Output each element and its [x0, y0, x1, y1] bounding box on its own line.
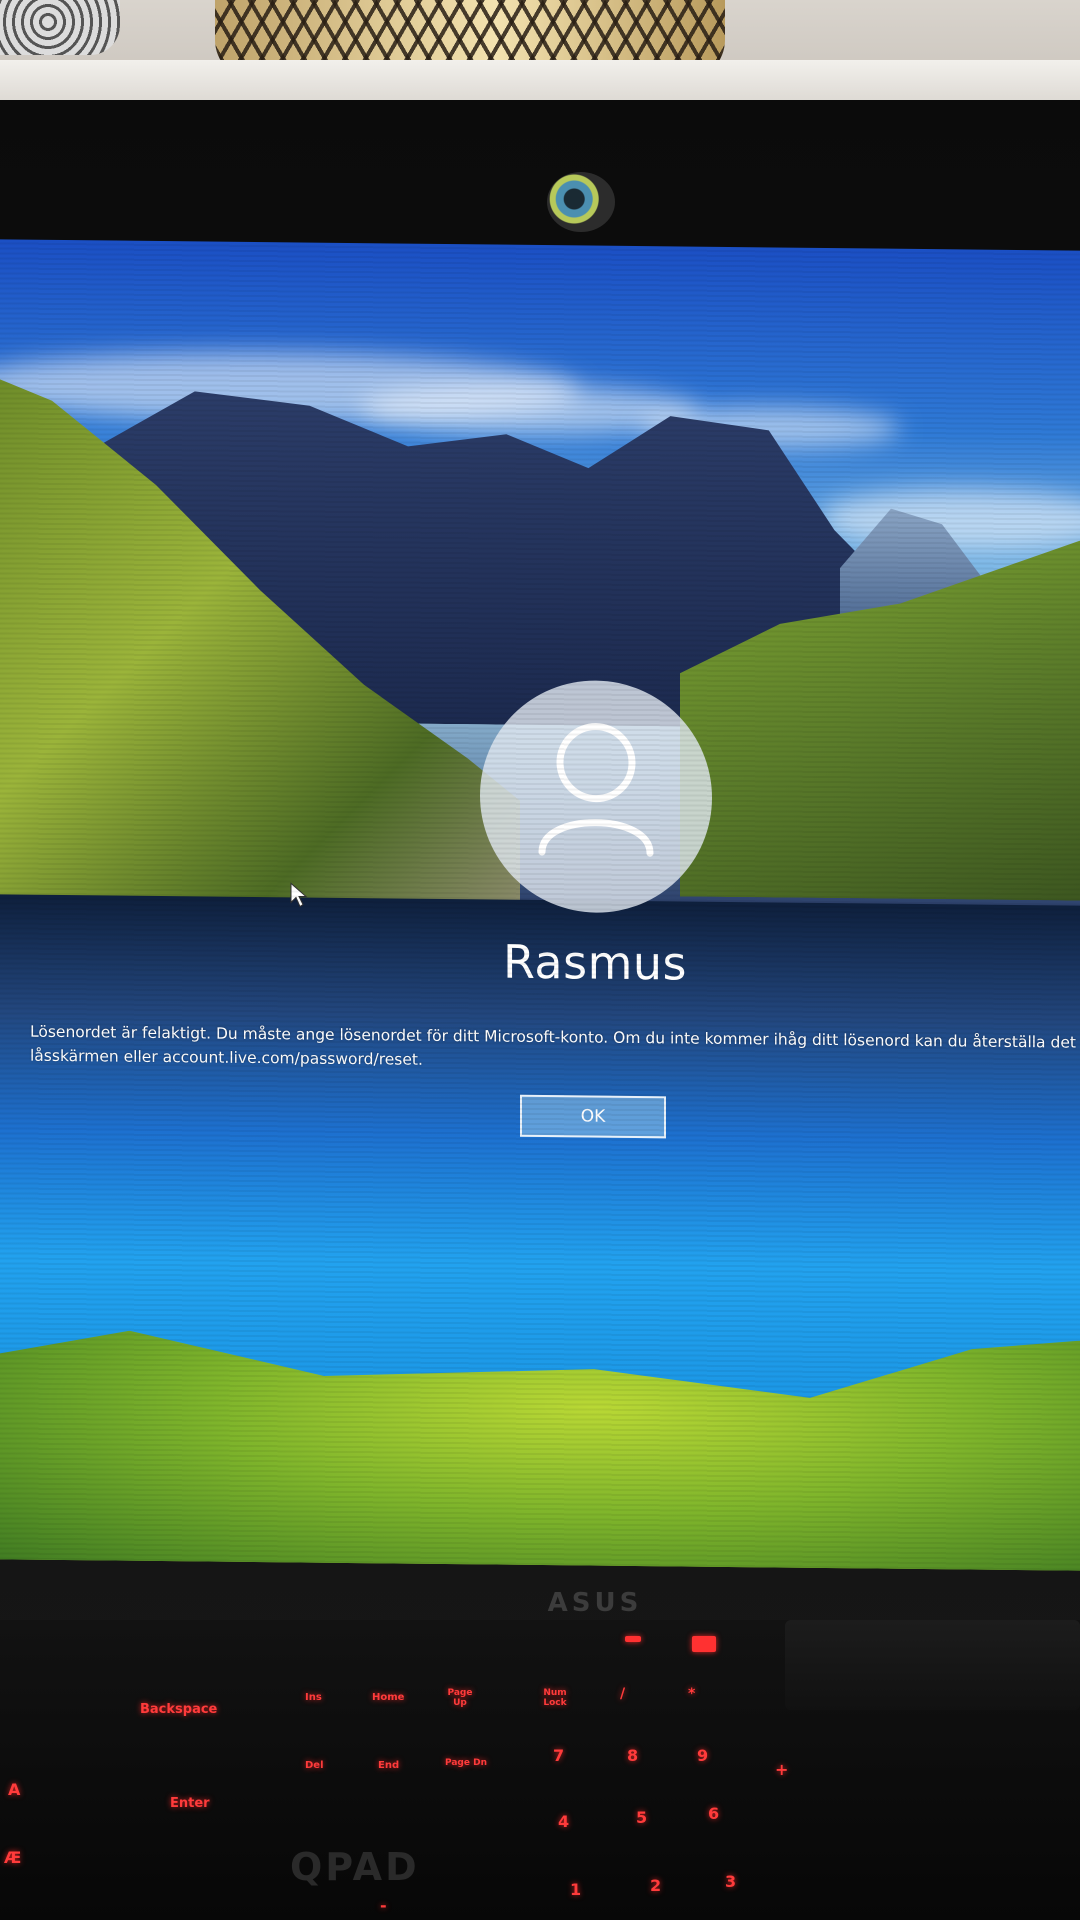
key-ae: Æ	[4, 1848, 22, 1867]
key-plus: +	[775, 1760, 789, 1779]
key-indicator-light	[625, 1636, 641, 1642]
mouse-cursor-icon	[290, 882, 308, 908]
key-star: *	[688, 1686, 696, 1702]
key-num5: 5	[636, 1808, 648, 1827]
qpad-logo: QPAD	[290, 1845, 420, 1889]
key-del: Del	[305, 1760, 324, 1771]
key-page-up: Page Up	[447, 1688, 473, 1708]
webcam-icon	[547, 172, 615, 232]
key-num-lock: Num Lock	[543, 1688, 567, 1708]
key-slash: /	[620, 1686, 626, 1702]
key-home: Home	[372, 1692, 405, 1703]
key-num8: 8	[627, 1746, 639, 1765]
key-a: A	[8, 1780, 21, 1799]
windows-lock-screen: Rasmus Lösenordet är felaktigt. Du måste…	[0, 239, 1080, 1571]
key-num1: 1	[570, 1880, 582, 1899]
user-avatar	[480, 679, 712, 914]
asus-logo: ASUS	[547, 1588, 643, 1618]
key-enter: Enter	[170, 1796, 210, 1811]
key-backspace: Backspace	[140, 1702, 218, 1717]
decorative-object	[0, 0, 120, 55]
ok-button[interactable]: OK	[520, 1094, 666, 1139]
key-page-down: Page Dn	[445, 1758, 487, 1768]
key-num4: 4	[558, 1812, 570, 1831]
key-num3: 3	[725, 1872, 737, 1891]
key-num7: 7	[553, 1746, 565, 1765]
key-minus: -	[380, 1896, 387, 1915]
key-end: End	[378, 1760, 400, 1771]
key-num9: 9	[697, 1746, 709, 1765]
user-icon	[538, 723, 654, 857]
key-num2: 2	[650, 1876, 662, 1895]
key-ins: Ins	[305, 1692, 322, 1703]
photo-of-laptop-login-screen: Rasmus Lösenordet är felaktigt. Du måste…	[0, 0, 1080, 1920]
shelf-edge	[0, 60, 1080, 105]
key-indicator-light	[692, 1636, 716, 1652]
touch-panel	[785, 1620, 1080, 1710]
key-num6: 6	[708, 1804, 720, 1823]
